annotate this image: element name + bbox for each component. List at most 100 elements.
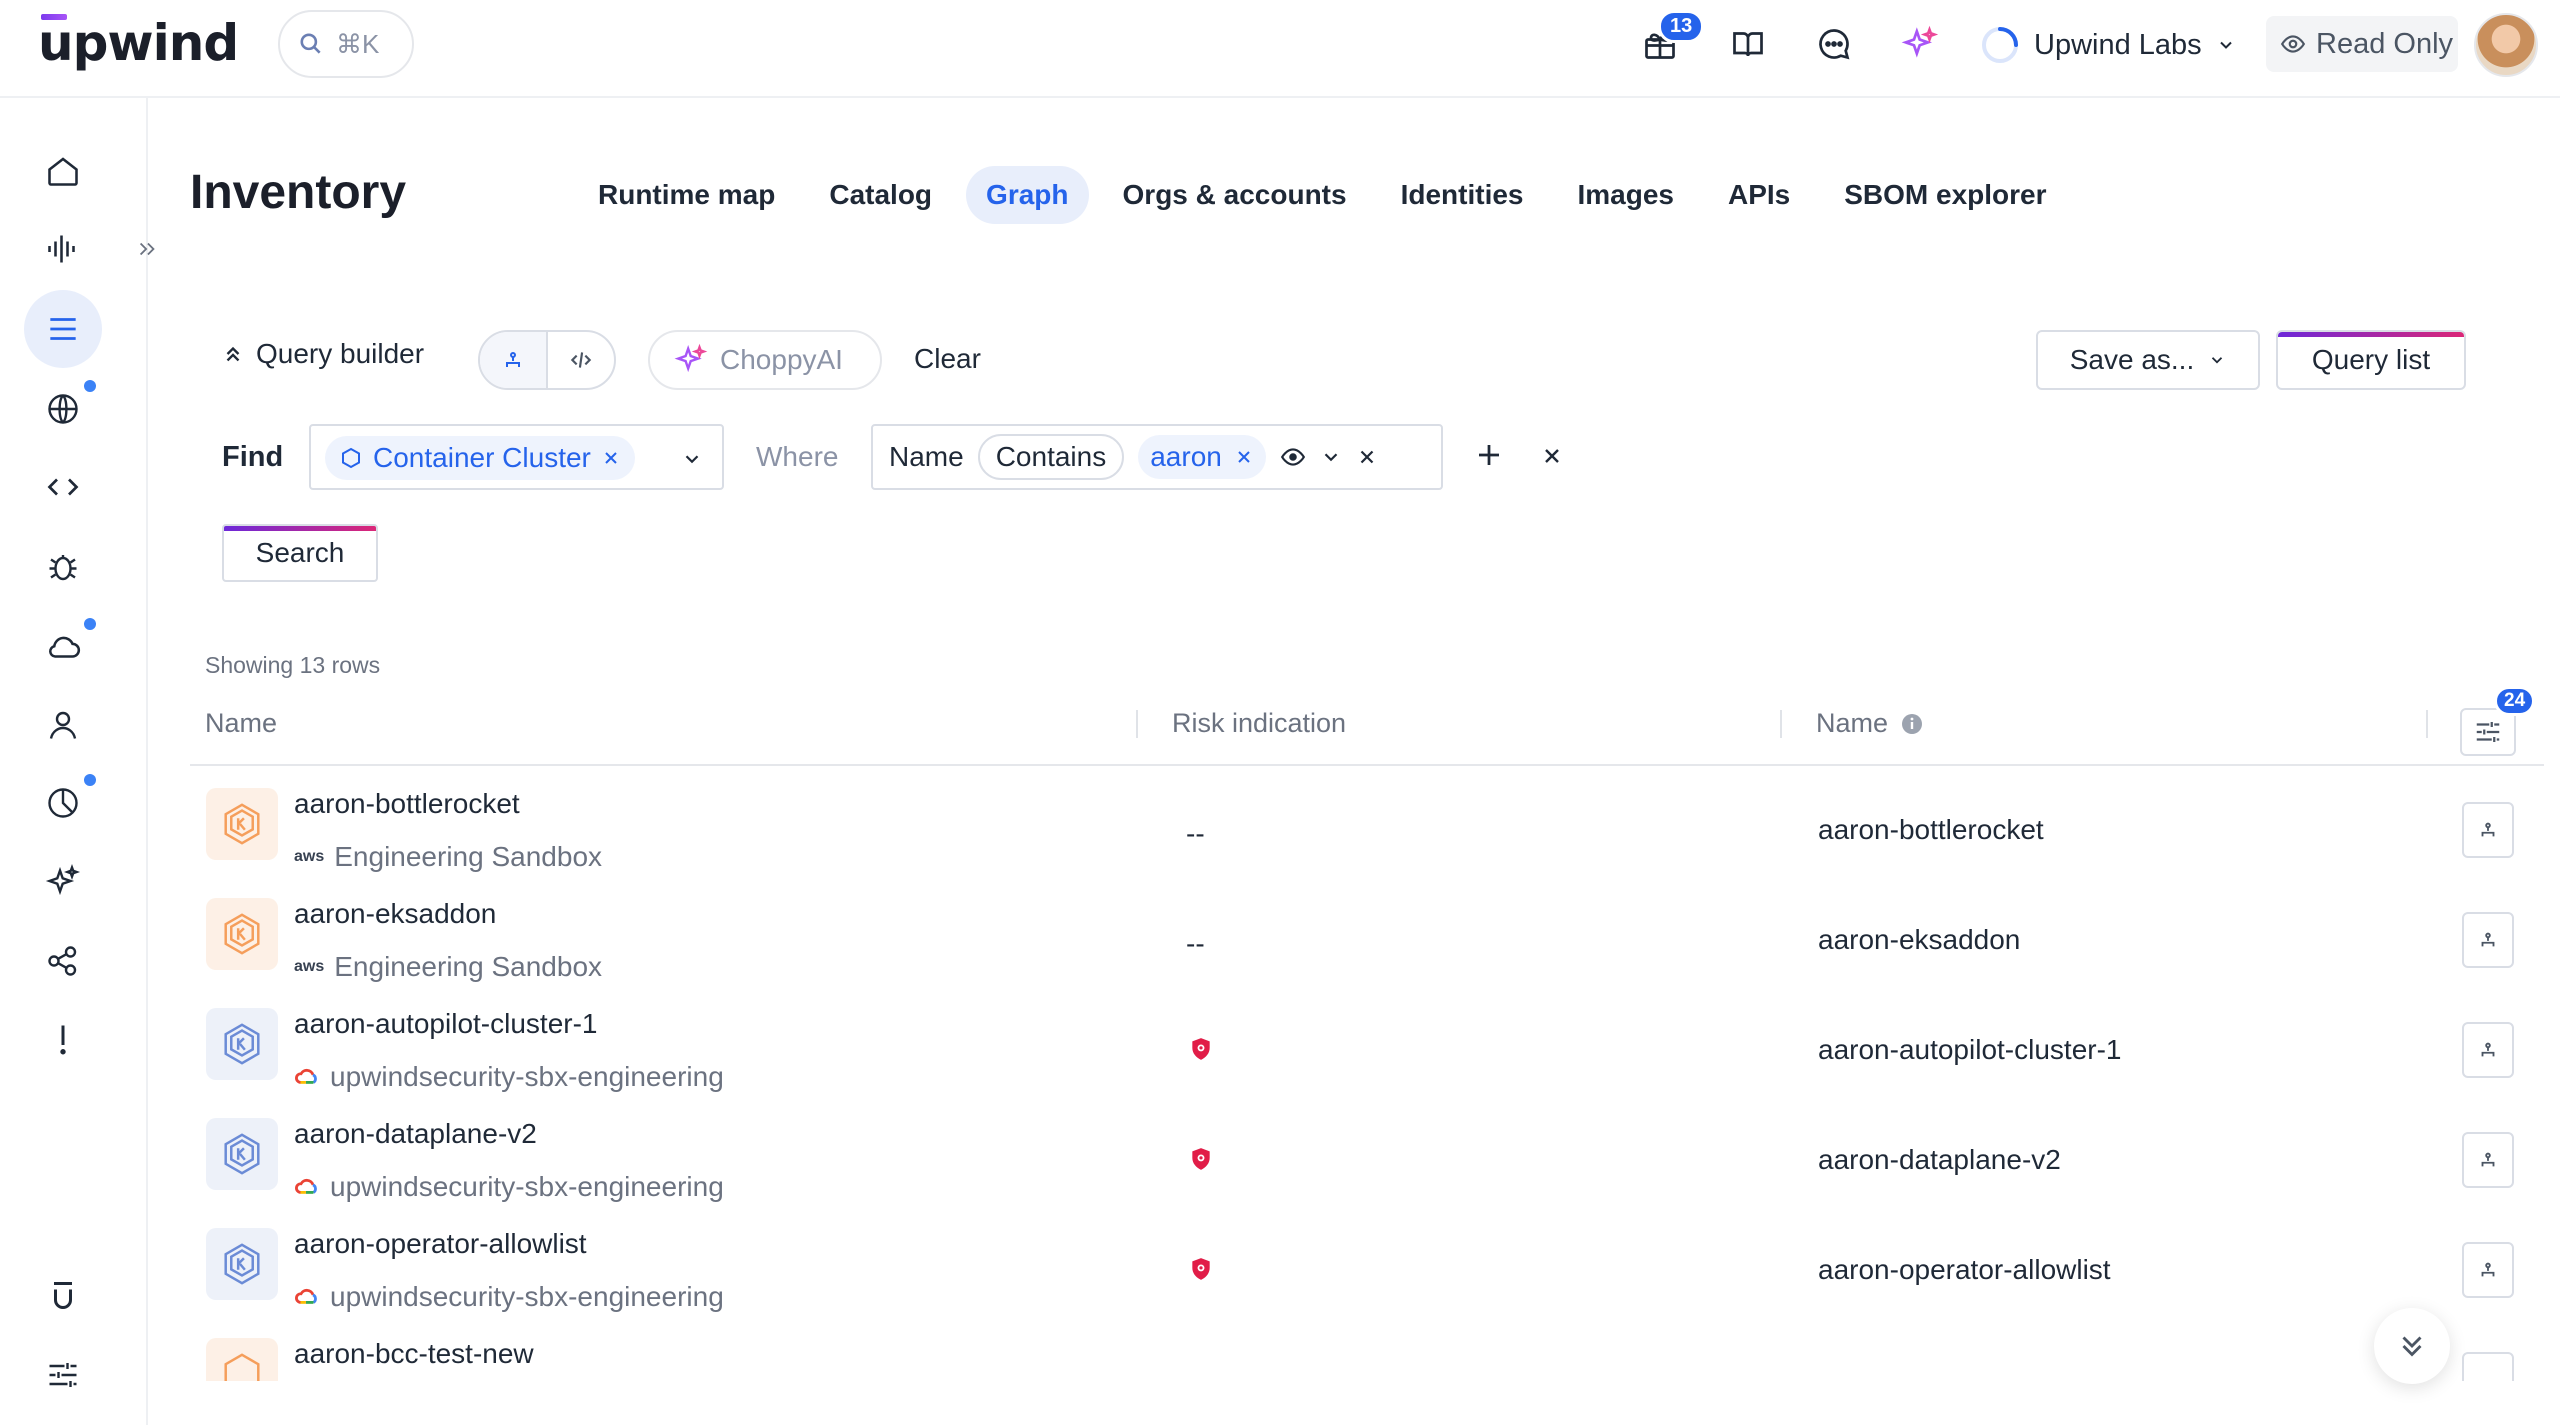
table-row[interactable]: aaron-eksaddon aws Engineering Sandbox -…: [190, 878, 2544, 988]
resource-name[interactable]: aaron-bottlerocket: [294, 788, 520, 820]
add-condition-icon[interactable]: [1474, 440, 1504, 470]
nav-vulnerabilities[interactable]: [40, 544, 86, 590]
cluster-icon: [206, 788, 278, 860]
table-row[interactable]: aaron-bcc-test-new: [190, 1318, 2544, 1381]
open-graph-button[interactable]: [2462, 912, 2514, 968]
kubernetes-icon: [224, 1243, 260, 1285]
column-header-risk[interactable]: Risk indication: [1172, 708, 1346, 739]
eye-icon[interactable]: [1280, 444, 1306, 470]
tab-apis[interactable]: APIs: [1708, 166, 1810, 224]
clear-conditions-icon[interactable]: [1540, 444, 1564, 468]
tab-images[interactable]: Images: [1558, 166, 1695, 224]
choppy-ai-label: ChoppyAI: [720, 344, 843, 375]
open-graph-button[interactable]: [2462, 1132, 2514, 1188]
nav-ai[interactable]: [40, 858, 86, 904]
chevron-down-icon: [2219, 41, 2232, 49]
table-row[interactable]: aaron-dataplane-v2 upwindsecurity-sbx-en…: [190, 1098, 2544, 1208]
query-list-button[interactable]: Query list: [2276, 330, 2466, 390]
clear-button[interactable]: Clear: [914, 343, 981, 375]
nav-integrations[interactable]: [40, 938, 86, 984]
scroll-to-bottom-button[interactable]: [2374, 1308, 2450, 1384]
info-icon[interactable]: [1900, 712, 1924, 736]
chevron-down-icon[interactable]: [681, 448, 703, 470]
search-icon: [300, 33, 321, 54]
query-builder-label: Query builder: [256, 338, 425, 369]
nav-home[interactable]: [40, 148, 86, 194]
code-mode-button[interactable]: [548, 332, 614, 388]
kubernetes-icon: [224, 913, 260, 955]
resource-name[interactable]: aaron-dataplane-v2: [294, 1118, 537, 1150]
open-graph-button[interactable]: [2462, 802, 2514, 858]
risk-shield-icon[interactable]: [1188, 1146, 1214, 1172]
column-settings-button[interactable]: 24: [2460, 686, 2536, 756]
nav-settings[interactable]: [40, 1352, 86, 1398]
close-icon[interactable]: [1234, 447, 1254, 467]
tab-graph[interactable]: Graph: [966, 166, 1089, 224]
close-icon[interactable]: [601, 448, 621, 468]
open-graph-button[interactable]: [2462, 1242, 2514, 1298]
resource-name-column: aaron-autopilot-cluster-1: [1818, 1034, 2122, 1065]
code-icon: [47, 478, 79, 496]
org-selector[interactable]: Upwind Labs: [1980, 20, 2236, 70]
search-button[interactable]: Search: [222, 524, 378, 582]
nav-network[interactable]: [40, 380, 96, 432]
read-only-badge: Read Only: [2266, 16, 2458, 72]
sparkle-icon: [674, 343, 708, 373]
open-graph-button[interactable]: [2462, 1022, 2514, 1078]
nav-reports[interactable]: [40, 774, 96, 826]
open-graph-button[interactable]: [2462, 1352, 2514, 1381]
kubernetes-icon: [224, 1023, 260, 1065]
sparkle-icon: [1901, 25, 1939, 58]
upwind-mark[interactable]: [40, 1274, 86, 1320]
condition-field[interactable]: Name: [889, 441, 964, 473]
choppy-ai-button[interactable]: ChoppyAI: [648, 330, 882, 390]
nav-code[interactable]: [40, 464, 86, 510]
resource-name[interactable]: aaron-autopilot-cluster-1: [294, 1008, 598, 1040]
nav-inventory[interactable]: [24, 290, 102, 368]
table-row[interactable]: aaron-operator-allowlist upwindsecurity-…: [190, 1208, 2544, 1318]
tab-orgs-accounts[interactable]: Orgs & accounts: [1103, 166, 1367, 224]
cloud-icon: [49, 636, 81, 658]
nav-cloud[interactable]: [40, 618, 96, 670]
chat-button[interactable]: [1810, 20, 1858, 68]
tab-runtime-map[interactable]: Runtime map: [578, 166, 795, 224]
chevron-down-icon[interactable]: [1320, 446, 1342, 468]
account-name: Engineering Sandbox: [334, 951, 603, 982]
column-resize-handle[interactable]: [1136, 710, 1138, 738]
find-entity-select[interactable]: Container Cluster: [309, 424, 724, 490]
save-as-button[interactable]: Save as...: [2036, 330, 2260, 390]
view-mode-toggle: [478, 330, 616, 390]
table-row[interactable]: aaron-autopilot-cluster-1 upwindsecurity…: [190, 988, 2544, 1098]
tab-identities[interactable]: Identities: [1381, 166, 1544, 224]
nav-alerts[interactable]: [40, 1016, 86, 1062]
ai-assistant-button[interactable]: [1896, 20, 1944, 68]
upwind-logo[interactable]: upwind: [38, 14, 239, 72]
chevron-down-icon: [2212, 357, 2223, 364]
global-search-button[interactable]: ⌘K: [278, 10, 414, 78]
column-header-name[interactable]: Name: [205, 708, 277, 739]
column-count-badge: 24: [2494, 686, 2536, 716]
column-resize-handle[interactable]: [1780, 710, 1782, 738]
resource-name[interactable]: aaron-bcc-test-new: [294, 1338, 534, 1370]
column-header-name-2[interactable]: Name: [1816, 708, 1924, 739]
column-resize-handle[interactable]: [2426, 710, 2428, 738]
column-header-label: Name: [1816, 708, 1889, 738]
visual-mode-button[interactable]: [480, 332, 548, 388]
risk-shield-icon[interactable]: [1188, 1256, 1214, 1282]
expand-sidebar-button[interactable]: [130, 232, 164, 266]
tab-sbom-explorer[interactable]: SBOM explorer: [1824, 166, 2066, 224]
tab-catalog[interactable]: Catalog: [809, 166, 952, 224]
nav-identities[interactable]: [40, 702, 86, 748]
query-builder-toggle[interactable]: Query builder: [222, 338, 424, 370]
resource-name[interactable]: aaron-eksaddon: [294, 898, 496, 930]
docs-button[interactable]: [1724, 20, 1772, 68]
user-avatar[interactable]: [2474, 13, 2538, 77]
condition-operator[interactable]: Contains: [977, 434, 1125, 480]
resource-name[interactable]: aaron-operator-allowlist: [294, 1228, 587, 1260]
remove-condition-icon[interactable]: [1356, 446, 1378, 468]
whats-new-button[interactable]: 13: [1636, 10, 1705, 68]
table-row[interactable]: aaron-bottlerocket aws Engineering Sandb…: [190, 768, 2544, 878]
nav-activity[interactable]: [40, 226, 86, 272]
risk-shield-icon[interactable]: [1188, 1036, 1214, 1062]
condition-value-chip[interactable]: aaron: [1138, 435, 1266, 479]
